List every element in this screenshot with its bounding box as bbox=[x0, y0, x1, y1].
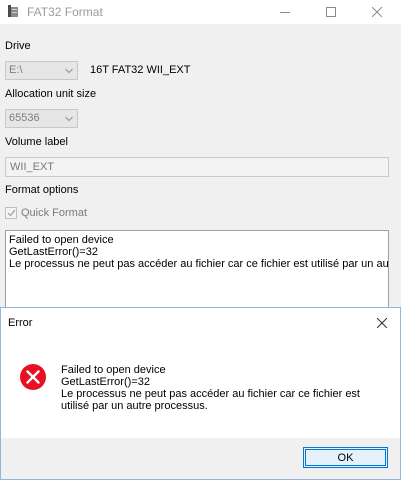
allocation-label: Allocation unit size bbox=[5, 88, 97, 100]
title-bar: FAT32 Format bbox=[0, 0, 401, 24]
allocation-select-value: 65536 bbox=[9, 112, 40, 124]
dialog-message-line: Failed to open device bbox=[61, 364, 166, 376]
volume-label-label: Volume label bbox=[5, 136, 68, 148]
drive-description: 16T FAT32 WII_EXT bbox=[90, 64, 191, 76]
drive-label: Drive bbox=[5, 40, 31, 52]
minimize-button[interactable] bbox=[262, 0, 308, 24]
drive-select[interactable]: E:\ bbox=[5, 61, 78, 80]
error-icon bbox=[20, 364, 46, 390]
quick-format-option[interactable]: Quick Format bbox=[5, 207, 87, 219]
window-title: FAT32 Format bbox=[27, 5, 103, 19]
dialog-title: Error bbox=[8, 317, 33, 329]
log-line: GetLastError()=32 bbox=[9, 246, 98, 258]
error-dialog: Error Failed to open device GetLastError… bbox=[0, 307, 401, 480]
maximize-button[interactable] bbox=[308, 0, 354, 24]
dialog-message: Failed to open device GetLastError()=32 … bbox=[61, 364, 360, 412]
dialog-title-bar: Error bbox=[1, 308, 400, 338]
dialog-message-line: utilisé par un autre processus. bbox=[61, 400, 208, 412]
log-line: Le processus ne peut pas accéder au fich… bbox=[9, 258, 389, 270]
dialog-close-button[interactable] bbox=[364, 308, 400, 338]
chevron-down-icon bbox=[65, 116, 73, 122]
close-icon bbox=[372, 7, 382, 17]
chevron-down-icon bbox=[65, 68, 73, 74]
close-button[interactable] bbox=[354, 0, 400, 24]
volume-label-input[interactable]: WII_EXT bbox=[5, 157, 389, 177]
quick-format-label: Quick Format bbox=[21, 207, 88, 219]
minimize-icon bbox=[280, 12, 290, 13]
log-line: Failed to open device bbox=[9, 234, 114, 246]
quick-format-checkbox[interactable] bbox=[5, 207, 17, 219]
close-icon bbox=[377, 318, 387, 328]
checkmark-icon bbox=[7, 209, 16, 217]
dialog-message-line: GetLastError()=32 bbox=[61, 376, 150, 388]
maximize-icon bbox=[326, 7, 336, 17]
drive-select-value: E:\ bbox=[9, 64, 23, 76]
app-icon bbox=[8, 5, 18, 17]
ok-button[interactable]: OK bbox=[303, 447, 388, 468]
format-options-label: Format options bbox=[5, 184, 79, 196]
allocation-select[interactable]: 65536 bbox=[5, 109, 78, 128]
dialog-message-line: Le processus ne peut pas accéder au fich… bbox=[61, 388, 360, 400]
